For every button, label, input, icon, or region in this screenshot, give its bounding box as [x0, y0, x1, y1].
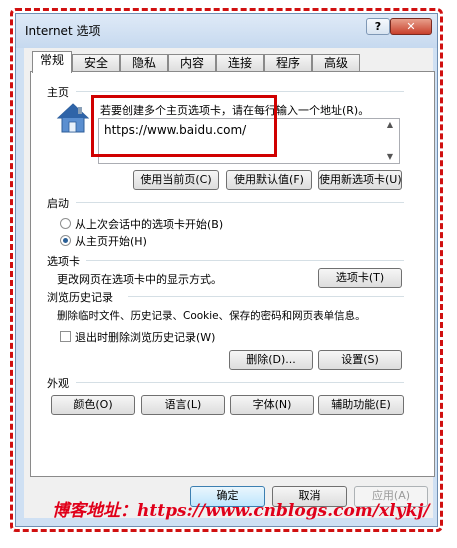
tab-general[interactable]: 常规: [32, 51, 72, 73]
blog-watermark: 博客地址：https://www.cnblogs.com/xlykj/: [52, 501, 430, 521]
red-torn-frame: [10, 8, 443, 532]
